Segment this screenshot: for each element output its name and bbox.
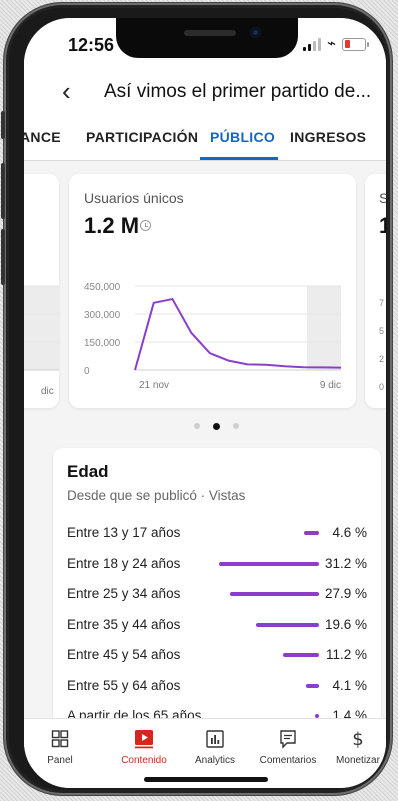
comments-icon [280,730,296,749]
next-card-tick: 2 [379,354,385,364]
next-card-tick: 5 [379,326,385,336]
dollar-icon: $ [352,729,363,749]
screen: 12:56 ⌁ ‹ Así vimos el primer partido de… [24,18,386,788]
svg-text:$: $ [352,729,363,749]
back-arrow-icon[interactable]: ‹ [62,78,71,104]
cellular-signal-icon [302,37,321,51]
battery-icon [342,37,369,51]
previous-metric-card[interactable]: dic [24,174,59,408]
age-row-value: 27.9 % [324,586,367,601]
volume-down-button [1,229,5,285]
tab-participacion[interactable]: PARTICIPACIÓN [86,129,198,145]
next-metric-card[interactable]: S 1 7 5 2 0 [365,174,386,408]
nav-analytics[interactable]: Analytics [192,729,238,766]
speaker [184,30,236,36]
nav-analytics-label: Analytics [194,755,235,766]
notch [116,18,298,58]
mute-switch [1,111,5,139]
previous-card-tick: dic [41,386,54,397]
status-time: 12:56 [68,35,115,55]
previous-card-grid [24,285,59,371]
age-row-bar [229,592,319,596]
age-row-value: 19.6 % [324,616,367,632]
analytics-icon [206,730,224,748]
age-row: Entre 13 y 17 años 4.6 % [67,518,367,548]
age-title: Edad [67,462,109,481]
next-card-tick: 0 [379,382,385,392]
nav-comentarios-label: Comentarios [259,755,317,766]
age-row-bar [305,683,319,688]
phone-frame: 12:56 ⌁ ‹ Así vimos el primer partido de… [1,3,392,795]
y-tick-label: 300,000 [84,310,121,321]
age-card: Edad Desde que se publicó · Vistas Entre… [53,448,381,748]
home-indicator [144,777,268,782]
next-card-label: S [379,190,386,206]
age-row-label: Entre 45 y 54 años [67,647,181,662]
age-row: Entre 45 y 54 años 11.2 % [67,640,367,670]
nav-comentarios[interactable]: Comentarios [258,729,318,766]
content-play-icon [135,730,153,749]
age-row-label: Entre 18 y 24 años [67,555,181,571]
y-tick-label: 0 [84,366,90,377]
camera [250,27,261,38]
age-row-label: Entre 35 y 44 años [67,616,181,632]
age-row-bar [304,531,319,535]
age-row-value: 11.2 % [325,647,367,662]
carousel-indicator [24,422,386,433]
carousel-dot[interactable] [233,423,239,429]
nav-panel-label: Panel [47,755,73,766]
age-row-bar [256,622,319,627]
active-tab-indicator [200,157,278,160]
age-row: Entre 35 y 44 años 19.6 % [67,610,367,640]
age-row: Entre 18 y 24 años 31.2 % [67,549,367,579]
carousel-dot[interactable] [194,423,200,429]
age-row-bar [283,653,319,657]
age-row-value: 31.2 % [324,555,367,571]
tab-publico[interactable]: PÚBLICO [210,129,275,145]
age-row-label: Entre 13 y 17 años [67,525,181,540]
nav-panel[interactable]: Panel [40,729,80,766]
nav-monetizar[interactable]: $ Monetizar [332,729,384,766]
unique-users-chart: 450,000 300,000 150,000 0 21 nov 9 dic [84,282,342,391]
age-row-label: Entre 25 y 34 años [67,586,181,601]
shaded-region [307,286,341,370]
age-row: Entre 55 y 64 años 4.1 % [67,671,367,701]
y-tick-label: 450,000 [84,282,121,293]
unique-users-card[interactable]: Usuarios únicos 1.2 M 450,000 300,000 150,… [69,174,356,408]
tab-ingresos[interactable]: INGRESOS [290,129,366,145]
age-row-bar [219,561,319,566]
next-card-tick: 7 [379,298,385,308]
bottom-navigation: Panel Contenido Analytics Comentarios $ … [24,718,386,788]
nav-contenido[interactable]: Contenido [116,729,172,766]
age-row-label: Entre 55 y 64 años [67,677,181,693]
age-row: Entre 25 y 34 años 27.9 % [67,579,367,609]
age-subtitle: Desde que se publicó · Vistas [67,488,246,503]
status-icons: ⌁ [302,35,369,52]
dashboard-icon [51,730,69,748]
y-tick-label: 150,000 [84,338,121,349]
tab-alcance[interactable]: ANCE [24,129,61,145]
video-title: Así vimos el primer partido de... [104,81,372,102]
nav-monetizar-label: Monetizar [336,755,380,766]
nav-contenido-label: Contenido [121,755,167,766]
volume-up-button [1,163,5,219]
age-row-value: 4.6 % [332,525,367,540]
age-row-value: 4.1 % [332,677,367,693]
carousel-dot-active[interactable] [213,422,220,430]
next-card-value: 1 [379,213,386,238]
wifi-icon: ⌁ [326,35,336,52]
top-app-bar: ‹ Así vimos el primer partido de... [24,68,386,118]
x-tick-label: 9 dic [320,380,341,391]
analytics-tabs: ANCE PARTICIPACIÓN PÚBLICO INGRESOS [24,118,386,161]
x-tick-label: 21 nov [139,380,169,391]
